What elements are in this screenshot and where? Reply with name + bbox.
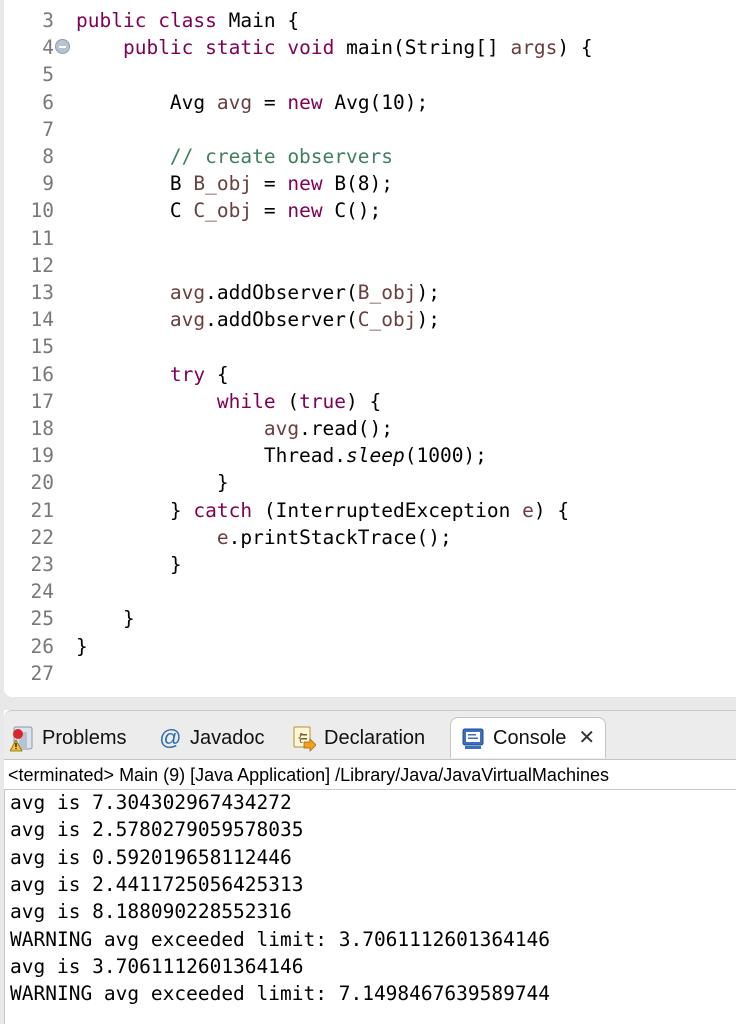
- line-number: 22: [30, 525, 54, 549]
- line-number: 16: [30, 362, 54, 386]
- console-icon: [461, 726, 485, 750]
- code-text: } catch (InterruptedException e) {: [76, 498, 570, 522]
- code-line[interactable]: 18 avg.read();: [4, 415, 393, 442]
- line-number: 25: [30, 607, 54, 631]
- code-line[interactable]: 12: [4, 252, 76, 279]
- code-text: // create observers: [169, 145, 393, 168]
- code-line[interactable]: 4 public static void main(String[] args)…: [4, 34, 593, 61]
- code-line[interactable]: 5: [4, 61, 76, 88]
- code-text: public static void main(String[] args) {: [122, 36, 593, 60]
- line-number: 15: [30, 335, 54, 359]
- code-line[interactable]: 26}: [4, 633, 88, 660]
- tab-javadoc[interactable]: @ Javadoc: [158, 719, 265, 757]
- line-number: 19: [30, 444, 54, 468]
- code-line[interactable]: 3 public class Main {: [4, 7, 299, 34]
- fold-gutter: [54, 34, 76, 61]
- console-line: avg is 3.7061112601364146: [10, 954, 304, 978]
- line-number: 8: [42, 145, 54, 168]
- code-line[interactable]: 10 C C_obj = new C();: [4, 197, 382, 224]
- line-number: 11: [30, 226, 54, 250]
- code-line[interactable]: 23 }: [4, 551, 182, 578]
- code-line[interactable]: 6 Avg avg = new Avg(10);: [4, 89, 428, 116]
- console-line: WARNING avg exceeded limit: 3.7061112601…: [10, 927, 551, 951]
- bottom-panel: Problems @ Javadoc { Declaration Console…: [4, 710, 736, 1024]
- code-text: }: [76, 471, 229, 495]
- line-number: 4: [42, 36, 54, 60]
- code-line[interactable]: 24: [4, 578, 76, 605]
- fold-collapse-icon[interactable]: [55, 39, 70, 55]
- tab-label: Javadoc: [190, 727, 265, 749]
- line-number: 6: [42, 90, 54, 114]
- javadoc-at-icon: @: [158, 725, 182, 750]
- tab-console[interactable]: Console ✕: [450, 717, 607, 758]
- panel-tab-bar: Problems @ Javadoc { Declaration Console…: [4, 710, 736, 760]
- line-number: 27: [30, 661, 54, 685]
- line-number: 13: [30, 281, 54, 304]
- line-number: 9: [42, 172, 54, 196]
- line-number: 24: [30, 580, 54, 604]
- svg-text:{: {: [297, 731, 304, 744]
- tab-problems[interactable]: Problems: [9, 719, 127, 757]
- problems-icon: [9, 726, 34, 752]
- tab-label: Declaration: [324, 727, 426, 749]
- line-number: 26: [30, 634, 54, 658]
- code-text: B B_obj = new B(8);: [76, 172, 394, 196]
- console-line: avg is 7.304302967434272: [10, 791, 292, 814]
- line-number: 23: [30, 553, 54, 576]
- line-number: 21: [30, 498, 54, 522]
- line-number: 10: [30, 199, 54, 223]
- code-text: }: [76, 634, 88, 658]
- code-line[interactable]: 25 }: [4, 605, 135, 632]
- declaration-icon: {: [292, 726, 317, 752]
- code-line[interactable]: 8 // create observers: [4, 143, 393, 170]
- tab-label: Console: [493, 727, 567, 749]
- line-number: 20: [30, 471, 54, 495]
- code-line[interactable]: 19 Thread.sleep(1000);: [4, 442, 487, 469]
- line-number: 18: [30, 417, 54, 440]
- code-line[interactable]: 27: [4, 660, 76, 687]
- line-number: 5: [42, 63, 54, 87]
- code-line[interactable]: 16 try {: [4, 361, 229, 388]
- console-line: WARNING avg exceeded limit: 7.1498467639…: [10, 982, 551, 1006]
- code-line[interactable]: 22 e.printStackTrace();: [4, 524, 452, 551]
- code-text: avg.addObserver(C_obj);: [169, 308, 440, 332]
- code-line[interactable]: 14 avg.addObserver(C_obj);: [4, 306, 440, 333]
- console-line: avg is 2.4411725056425313: [10, 872, 304, 896]
- close-icon[interactable]: ✕: [578, 719, 595, 757]
- code-text: avg.read();: [263, 417, 393, 440]
- console-status: <terminated> Main (9) [Java Application]…: [8, 765, 609, 785]
- code-text: public class Main {: [76, 9, 300, 32]
- code-text: while (true) {: [216, 389, 382, 413]
- line-number: 17: [30, 389, 54, 413]
- code-line[interactable]: 21 } catch (InterruptedException e) {: [4, 497, 570, 524]
- code-text: C C_obj = new C();: [76, 199, 382, 223]
- code-line[interactable]: 11: [4, 225, 76, 252]
- code-editor[interactable]: 3 public class Main {4 public static void…: [4, 0, 736, 697]
- tab-declaration[interactable]: { Declaration: [292, 719, 425, 757]
- code-text: Avg avg = new Avg(10);: [76, 90, 429, 114]
- console-line: avg is 2.5780279059578035: [10, 818, 304, 842]
- code-line[interactable]: 17 while (true) {: [4, 388, 382, 415]
- line-number: 7: [42, 117, 54, 141]
- line-number: 12: [30, 253, 54, 277]
- code-line[interactable]: 9 B B_obj = new B(8);: [4, 170, 393, 197]
- code-text: try {: [169, 362, 229, 386]
- console-line: avg is 8.188090228552316: [10, 900, 292, 924]
- code-line[interactable]: 15: [4, 333, 76, 360]
- code-line[interactable]: 20 }: [4, 469, 229, 496]
- code-text: e.printStackTrace();: [216, 525, 452, 549]
- tab-label: Problems: [42, 727, 127, 749]
- code-text: }: [76, 607, 135, 631]
- code-text: Thread.sleep(1000);: [76, 444, 487, 468]
- code-text: }: [76, 553, 182, 576]
- line-number: 14: [30, 308, 54, 332]
- code-text: avg.addObserver(B_obj);: [169, 281, 440, 304]
- console-border: [4, 790, 5, 1024]
- console-line: avg is 0.592019658112446: [10, 845, 292, 869]
- code-line[interactable]: 7: [4, 116, 76, 143]
- line-number: 3: [42, 9, 54, 32]
- code-line[interactable]: 13 avg.addObserver(B_obj);: [4, 279, 440, 306]
